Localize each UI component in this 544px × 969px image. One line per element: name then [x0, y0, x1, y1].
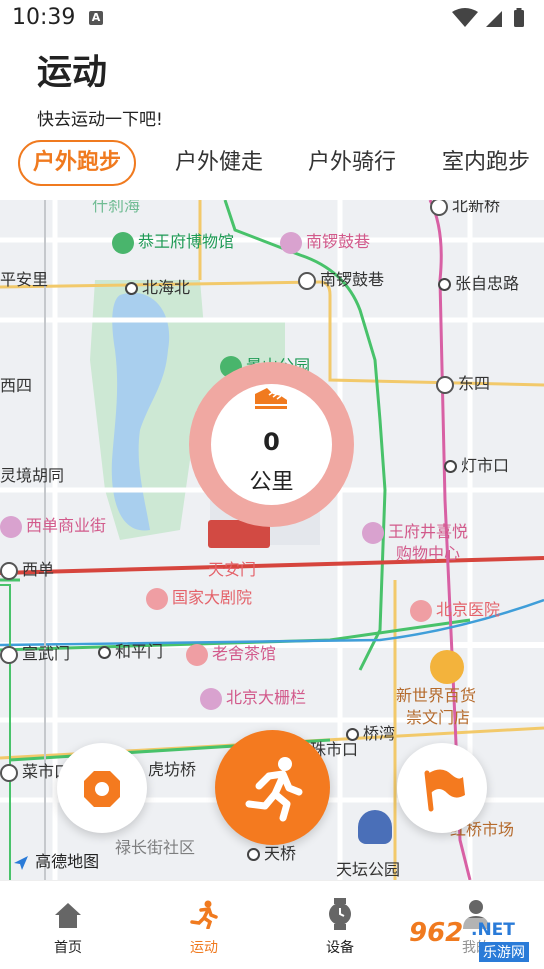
notification-a-icon: A — [89, 11, 103, 25]
running-icon — [190, 900, 218, 929]
sneaker-icon — [255, 388, 287, 409]
amap-logo-text: 高德地图 — [35, 852, 100, 871]
map-label-hepingmen: 和平门 — [98, 638, 163, 662]
watermark-site: 乐游网 — [479, 942, 529, 962]
map-label-hufangqiao: 虎坊桥 — [148, 760, 197, 779]
map-label-laoshe: 老舍茶馆 — [186, 640, 276, 666]
octagon-lock-icon — [84, 771, 120, 807]
map-label-wangfujing-2: 购物中心 — [396, 544, 461, 563]
amap-logo-icon — [14, 855, 28, 870]
map-label-dengshikou: 灯市口 — [444, 452, 509, 476]
map-label-xinshijie: 新世界百货 — [396, 686, 477, 705]
map-label-tiananmen: 天安门 — [208, 560, 257, 579]
wifi-icon — [452, 8, 478, 27]
tab-outdoor-run[interactable]: 户外跑步 — [18, 140, 136, 186]
map-label-lingjinghutong: 灵境胡同 — [0, 466, 65, 485]
map-label-nanluoguxiang-station: 南锣鼓巷 — [298, 266, 384, 290]
tab-indoor-run[interactable]: 室内跑步 — [442, 140, 530, 186]
map-label-zhangzizhonglu: 张自忠路 — [438, 270, 519, 294]
status-icons — [452, 8, 524, 27]
map-label-chongwenmen: 崇文门店 — [406, 708, 471, 727]
status-bar: 10:39 A — [0, 0, 544, 36]
map-label-tiantan: 天坛公园 — [336, 860, 401, 879]
map-label-shichahai: 什刹海 — [92, 200, 141, 215]
signal-icon — [486, 11, 502, 27]
shopping-poi-icon — [430, 650, 464, 684]
status-time: 10:39 — [12, 5, 76, 30]
map-label-nanluoguxiang: 南锣鼓巷 — [280, 228, 370, 254]
flag-button[interactable] — [397, 743, 487, 833]
map-label-pinganli: 平安里 — [0, 270, 49, 289]
battery-icon — [514, 10, 524, 27]
map-label-xidan: 西单 — [0, 556, 54, 580]
sport-type-tabs: 户外跑步 户外健走 户外骑行 室内跑步 — [0, 140, 544, 190]
amap-logo: 高德地图 — [12, 848, 99, 872]
map-label-luchangjie: 禄长街社区 — [115, 838, 196, 857]
map-label-gongwangfu: 恭王府博物馆 — [112, 228, 234, 254]
temple-of-heaven-icon — [358, 810, 392, 844]
distance-display: 0 公里 — [211, 384, 332, 505]
running-man-icon — [245, 757, 303, 822]
nav-home-label: 首页 — [54, 940, 82, 956]
nav-home[interactable]: 首页 — [18, 881, 118, 969]
map-label-beijinghospital: 北京医院 — [410, 596, 500, 622]
map-label-beixinqiao: 北新桥 — [430, 200, 500, 216]
watch-icon — [329, 898, 351, 930]
watermark-number: 962 — [409, 918, 464, 948]
nav-sport-label: 运动 — [190, 940, 218, 956]
watermark-suffix: .NET — [471, 920, 515, 940]
map-label-xuanwumen: 宣武门 — [0, 640, 70, 664]
page-title: 运动 — [37, 53, 108, 93]
distance-value: 0 — [263, 428, 280, 456]
nav-sport[interactable]: 运动 — [154, 881, 254, 969]
home-icon — [55, 903, 81, 928]
map-label-dashilan: 北京大栅栏 — [200, 684, 306, 710]
map-label-dongsi: 东四 — [436, 370, 490, 394]
map-label-nationaltheatre: 国家大剧院 — [146, 584, 252, 610]
nav-device[interactable]: 设备 — [290, 881, 390, 969]
site-watermark: 962 .NET 乐游网 — [405, 918, 540, 964]
lock-button[interactable] — [57, 743, 147, 833]
nav-device-label: 设备 — [326, 940, 354, 956]
flag-icon — [424, 769, 465, 812]
page-subtitle: 快去运动一下吧! — [37, 110, 163, 130]
tab-outdoor-walk[interactable]: 户外健走 — [175, 140, 263, 186]
map-label-xisi: 西四 — [0, 376, 33, 395]
start-run-button[interactable] — [215, 730, 330, 845]
map-label-beihaibei: 北海北 — [125, 274, 190, 298]
distance-unit: 公里 — [249, 470, 294, 495]
map-label-xidanmall: 西单商业街 — [0, 512, 106, 538]
tab-outdoor-cycling[interactable]: 户外骑行 — [308, 140, 396, 186]
